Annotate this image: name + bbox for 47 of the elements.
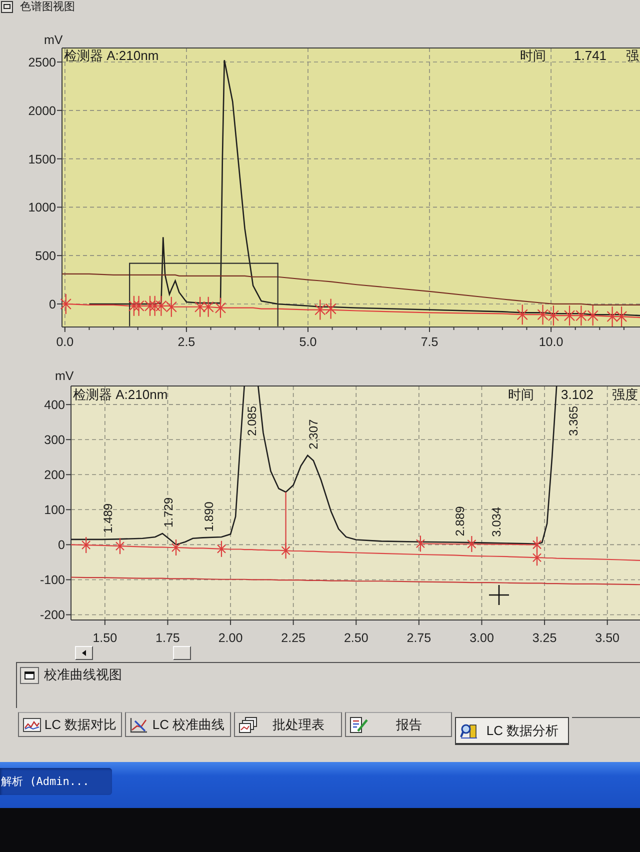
axis-tick-label: -200 xyxy=(40,608,65,622)
time-value: 3.102 xyxy=(561,387,594,402)
peak-label: 1.489 xyxy=(101,503,116,534)
view-title: 色谱图视图 xyxy=(20,0,75,14)
axis-tick-label: 1500 xyxy=(28,152,56,166)
axis-tick-label: 7.5 xyxy=(420,335,438,349)
axis-tick-label: 2.5 xyxy=(178,335,196,349)
time-label: 时间 xyxy=(520,48,546,63)
axis-tick-label: 1.75 xyxy=(156,631,180,645)
peak-label: 2.889 xyxy=(452,506,467,536)
axis-tick-label: 2.50 xyxy=(344,631,368,645)
axis-tick-label: 300 xyxy=(44,433,65,448)
axis-tick-label: 0 xyxy=(58,538,65,552)
axis-tick-label: 2500 xyxy=(28,56,56,70)
axis-unit-label: mV xyxy=(44,33,63,47)
panel-title: 校准曲线视图 xyxy=(44,666,122,684)
axis-unit-label: mV xyxy=(55,369,74,383)
axis-tick-label: 2.25 xyxy=(281,631,306,645)
axis-tick-label: 2000 xyxy=(28,104,56,118)
axis-tick-label: 200 xyxy=(44,468,65,482)
axis-tick-label: 0 xyxy=(49,297,56,312)
axis-tick-label: 500 xyxy=(35,249,56,264)
axis-tick-label: 2.75 xyxy=(406,631,432,645)
peak-label: 2.307 xyxy=(306,419,321,450)
axis-tick-label: -100 xyxy=(40,573,65,588)
time-value: 1.741 xyxy=(574,48,607,63)
axis-tick-label: 1.50 xyxy=(92,631,118,645)
axis-tick-label: 3.00 xyxy=(470,631,494,645)
axis-tick-label: 3.50 xyxy=(595,631,620,645)
time-label: 时间 xyxy=(508,387,534,402)
detector-label: 检测器 A:210nm xyxy=(64,48,159,63)
peak-label: 2.085 xyxy=(244,406,259,436)
peak-label: 1.729 xyxy=(161,497,176,528)
detector-label: 检测器 A:210nm xyxy=(73,387,168,402)
intensity-label: 强度 xyxy=(612,387,638,402)
axis-tick-label: 0.0 xyxy=(56,335,74,349)
axis-tick-label: 1000 xyxy=(28,200,56,215)
peak-label: 3.034 xyxy=(489,506,504,537)
axis-tick-label: 2.00 xyxy=(218,631,243,645)
axis-tick-label: 5.0 xyxy=(299,335,317,349)
peak-label: 1.890 xyxy=(202,502,216,532)
axis-tick-label: 3.25 xyxy=(532,631,557,645)
intensity-label: 强 xyxy=(626,48,639,63)
axis-tick-label: 100 xyxy=(44,503,65,518)
peak-label: 3.365 xyxy=(566,406,580,436)
axis-tick-label: 10.0 xyxy=(538,335,564,349)
axis-tick-label: 400 xyxy=(44,398,65,412)
